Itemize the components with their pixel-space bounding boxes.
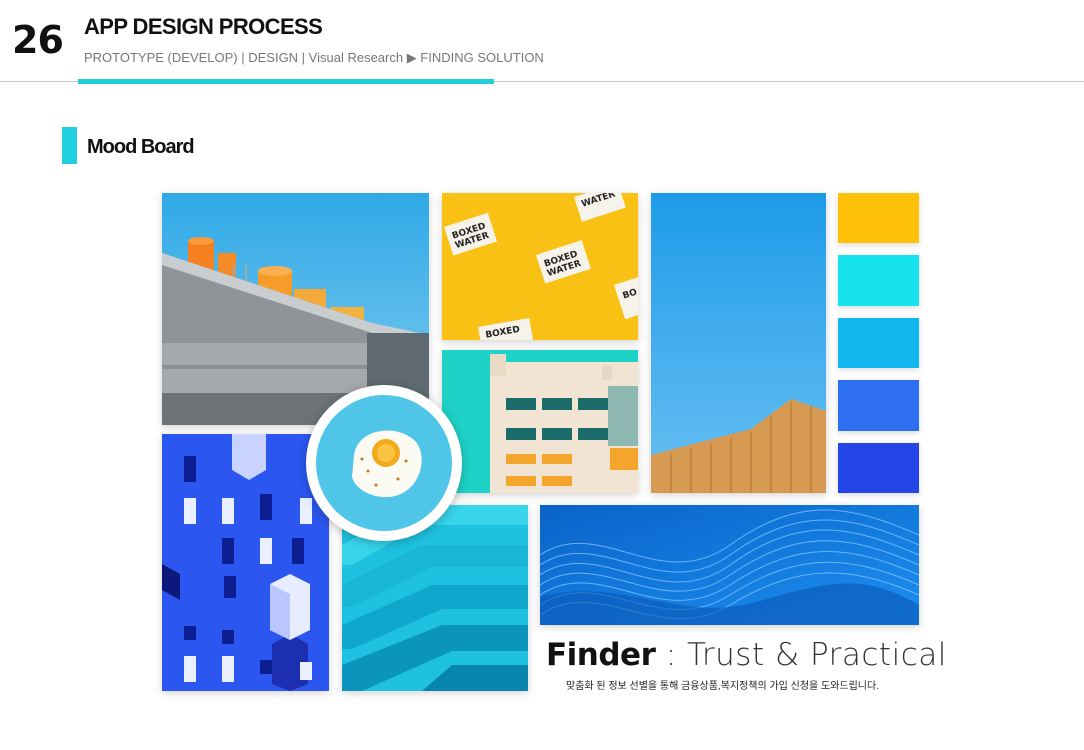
- brand-name: Finder: [546, 637, 656, 673]
- moodboard-image-blue-sky: [651, 193, 826, 493]
- color-swatch-cyan: [838, 255, 919, 306]
- color-swatch-royal-blue: [838, 443, 919, 493]
- moodboard-image-blue-waves: [540, 505, 919, 625]
- color-swatch-blue: [838, 380, 919, 431]
- brand-caption: 맞춤화 된 정보 선별을 통해 금융상품,복지정책의 가입 신청을 도와드립니다…: [566, 681, 879, 692]
- moodboard-image-boxed-water: BOXED WATER WATER BOXED WATER BO BOXED: [442, 193, 638, 340]
- header-accent-bar: [78, 79, 494, 84]
- tagline-separator: :: [655, 637, 688, 673]
- section-marker: [62, 127, 77, 164]
- color-swatch-sky-blue: [838, 318, 919, 368]
- page-breadcrumb: PROTOTYPE (DEVELOP) | DESIGN | Visual Re…: [84, 50, 544, 65]
- color-swatch-yellow: [838, 193, 919, 243]
- moodboard-image-isometric-blocks: [162, 434, 329, 691]
- page-number: 26: [12, 18, 64, 62]
- brand-slogan: Trust & Practical: [687, 637, 947, 673]
- section-title: Mood Board: [87, 136, 195, 158]
- brand-tagline: Finder : Trust & Practical: [546, 637, 947, 673]
- moodboard-image-apartment: [442, 350, 638, 493]
- page-title: APP DESIGN PROCESS: [84, 14, 323, 39]
- moodboard-image-egg-frame: [306, 385, 462, 541]
